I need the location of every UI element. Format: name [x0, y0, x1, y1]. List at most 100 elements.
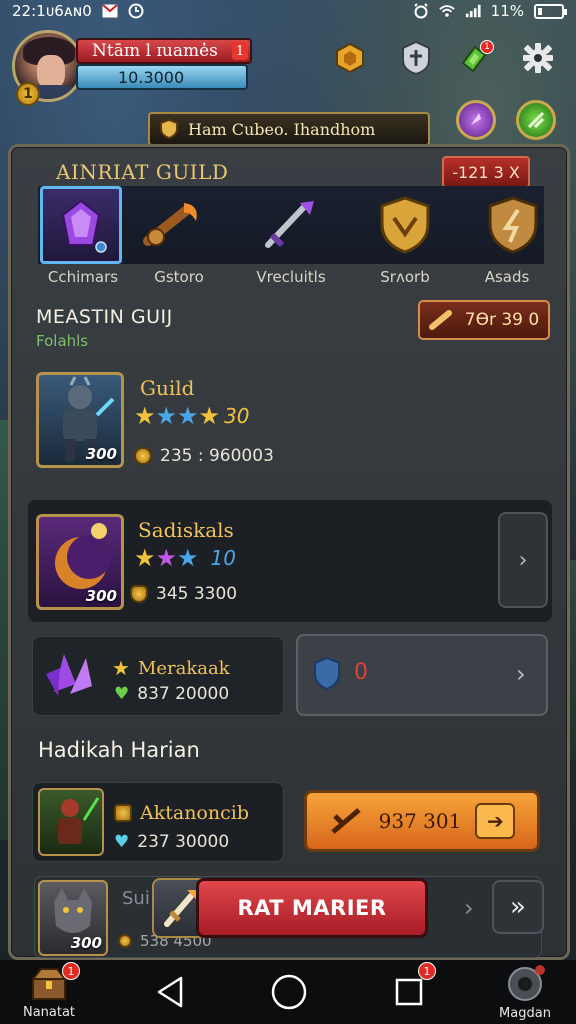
coin-icon — [134, 447, 152, 465]
bronze-shield-icon — [488, 196, 538, 254]
card-name: Sadiskals — [138, 518, 234, 542]
recents-square-icon — [395, 978, 423, 1006]
category-label-4: Asads — [484, 268, 530, 286]
star-icon: ★ — [134, 544, 156, 572]
category-label-0: Cchimars — [47, 268, 119, 286]
double-chevron-button[interactable]: » — [492, 880, 544, 934]
daily-item-stat-value: 237 30000 — [137, 832, 230, 852]
chevron-right-icon[interactable]: › — [516, 660, 526, 688]
back-triangle-icon — [157, 976, 183, 1008]
battery-icon — [534, 3, 567, 19]
cost-button[interactable]: 7Ѳr 39 0 — [418, 300, 550, 340]
card-stat: 235 : 960003 — [134, 446, 274, 466]
chevron-right-icon: › — [518, 547, 528, 573]
green-orb-button[interactable] — [516, 100, 556, 140]
category-label-3: Srʌorb — [380, 268, 430, 286]
star-icon: ★ — [112, 656, 130, 680]
silver-shield-icon[interactable] — [398, 40, 434, 76]
mini-card-value: 0 — [354, 660, 368, 685]
section-subtitle: Folahls — [36, 332, 89, 350]
double-chevron-right-icon: » — [510, 892, 526, 922]
category-champions[interactable] — [40, 186, 122, 264]
warrior-icon — [58, 797, 100, 844]
star-icon: ★ — [155, 544, 178, 572]
flaming-scroll-icon — [143, 203, 197, 246]
guild-gear-icon — [508, 964, 545, 1001]
alarm-icon — [413, 3, 429, 19]
guild-hero-portrait[interactable]: 300 — [36, 372, 124, 468]
banner-shield-icon — [160, 118, 178, 140]
title-banner: Ham Cubeo. Ihandhom — [148, 112, 430, 146]
recents-notif: 1 — [418, 962, 436, 980]
star-count: 30 — [224, 404, 250, 428]
bottom-card-portrait: 300 — [38, 880, 108, 956]
mini-card-stat-value: 837 20000 — [137, 684, 230, 704]
status-bar: 22:1ᴜ6ᴀɴ0 11% — [0, 0, 576, 22]
signal-icon — [465, 4, 481, 18]
green-heart-icon: ♥ — [114, 684, 130, 704]
star-count: 10 — [210, 546, 236, 570]
recents-button[interactable]: 1 — [386, 960, 436, 1024]
nav-left-item[interactable]: Nanatat 1 — [14, 960, 84, 1024]
status-time: 22:1ᴜ6ᴀɴ0 — [12, 2, 92, 20]
clock-icon — [128, 3, 144, 19]
category-label-1: Gstoro — [154, 268, 204, 286]
player-name-bar[interactable]: Ntāɪn l ɪuame̓s 1 — [76, 38, 252, 64]
daily-claim-label: 937 301 — [378, 809, 462, 833]
back-button[interactable] — [148, 960, 192, 1024]
category-assets[interactable] — [472, 186, 554, 264]
gem-notif-dot: 1 — [480, 40, 494, 54]
star-icon: ★ — [177, 544, 199, 572]
category-recruits[interactable] — [248, 186, 330, 264]
player-name: Ntāɪn l ɪuame̓s — [92, 41, 218, 61]
card-arrow-button[interactable]: › — [498, 512, 548, 608]
banner-title: Ham Cubeo. Ihandhom — [188, 119, 376, 139]
mini-card-stat: ♥ 837 20000 — [114, 684, 229, 704]
chevron-right-icon[interactable]: › — [464, 894, 474, 922]
portrait-level: 300 — [85, 587, 117, 605]
nav-right-item[interactable]: Magdan — [490, 960, 560, 1024]
guild-title: AINRIAT GUILD — [56, 160, 229, 184]
purple-sword-icon — [265, 201, 314, 248]
category-gear[interactable] — [132, 186, 214, 264]
purple-crystal-icon — [61, 199, 107, 253]
star-rating: ★ ★ ★ 10 — [134, 544, 236, 572]
home-button[interactable] — [266, 960, 312, 1024]
star-icon: ★ — [134, 402, 156, 430]
mini-card-name: Merakaak — [137, 657, 230, 679]
green-gem-icon[interactable]: 1 — [456, 40, 494, 76]
portrait-level: 300 — [70, 934, 102, 952]
arrow-right-icon: ➔ — [475, 803, 516, 839]
sadiskals-portrait[interactable]: 300 — [36, 514, 124, 610]
mini-card-title: ★ Merakaak — [112, 656, 230, 680]
rat-marier-button[interactable]: RAT MARIER — [196, 878, 428, 938]
bottom-card-label: Sui — [122, 888, 150, 909]
gear-icon[interactable] — [520, 40, 556, 76]
daily-section-title: Hadikah Harian — [38, 738, 200, 762]
scroll-icon — [428, 310, 452, 330]
gold-shield-icon[interactable] — [332, 40, 368, 76]
gmail-icon — [102, 4, 118, 18]
home-circle-icon — [271, 974, 307, 1010]
xp-value: 10.3000 — [118, 67, 185, 87]
timer-chip[interactable]: -121 3 X — [442, 156, 530, 188]
coin-icon — [118, 934, 132, 948]
section-title: MEASTIN GUIJ — [36, 306, 173, 328]
portrait-level: 300 — [85, 445, 117, 463]
gold-badge-icon — [114, 804, 132, 822]
nav-left-notif: 1 — [62, 962, 80, 980]
daily-item-title: Aktanoncib — [114, 802, 249, 824]
star-rating: ★ ★ ★ ★ 30 — [134, 402, 250, 430]
star-icon: ★ — [177, 402, 199, 430]
daily-item-portrait — [38, 788, 104, 856]
daily-item-name: Aktanoncib — [140, 802, 249, 824]
card-stat: 345 3300 — [130, 584, 237, 604]
daily-claim-button[interactable]: 937 301 ➔ — [304, 790, 540, 852]
nav-right-label: Magdan — [499, 1005, 551, 1021]
xp-bar: 10.3000 — [76, 64, 248, 90]
card-stat-value: 345 3300 — [156, 584, 238, 604]
card-name: Guild — [140, 376, 195, 400]
purple-orb-button[interactable] — [456, 100, 496, 140]
category-shop[interactable] — [364, 186, 446, 264]
star-icon: ★ — [155, 402, 178, 430]
